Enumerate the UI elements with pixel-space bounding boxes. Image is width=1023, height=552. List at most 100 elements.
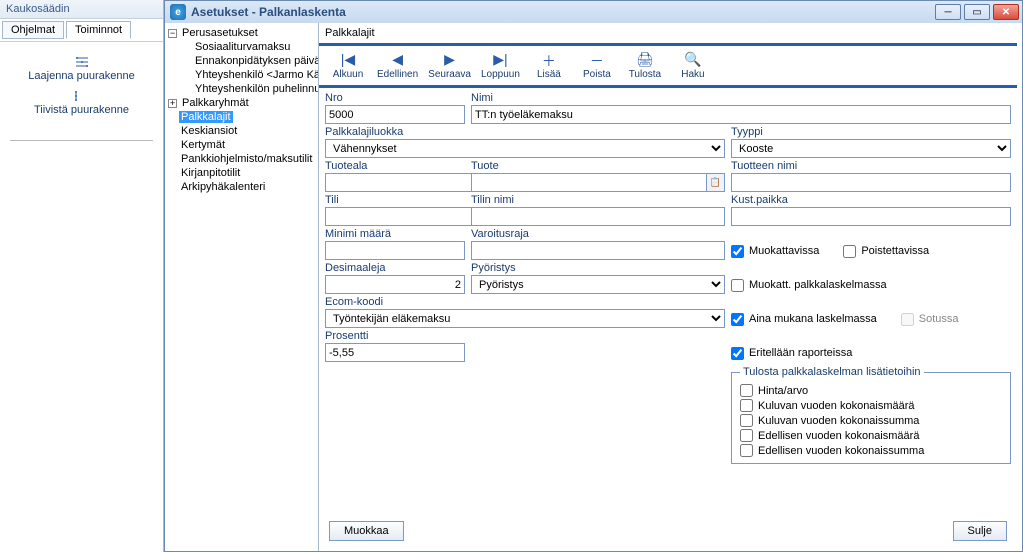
form-panel: Palkkalajit |◀Alkuun ◀Edellinen ▶Seuraav… [319,23,1022,551]
minimi-label: Minimi määrä [325,228,465,240]
tuote-lookup-icon[interactable]: 📋 [707,173,725,192]
sidebar-tabs: Ohjelmat Toiminnot [0,19,163,42]
next-button[interactable]: ▶Seuraava [424,50,475,81]
tree-item[interactable]: Arkipyhäkalenteri [179,181,267,193]
aina-mukana-check[interactable] [731,313,744,326]
kustpaikka-label: Kust.paikka [731,194,1011,206]
first-button[interactable]: |◀Alkuun [325,50,371,81]
muokatt-palkka-check[interactable] [731,279,744,292]
settings-tree[interactable]: −Perusasetukset Sosiaaliturvamaksu Ennak… [165,23,319,551]
add-button[interactable]: ＋Lisää [526,50,572,81]
tili-input[interactable] [325,207,475,226]
last-button[interactable]: ▶|Loppuun [477,50,524,81]
prosentti-input[interactable] [325,343,465,362]
close-button[interactable]: ✕ [993,4,1019,20]
muokkaa-button[interactable]: Muokkaa [329,521,404,541]
print-legend: Tulosta palkkalaskelman lisätietoihin [740,366,924,378]
minus-icon: － [590,51,604,67]
plus-icon: ＋ [542,51,556,67]
prev-button[interactable]: ◀Edellinen [373,50,422,81]
minimi-input[interactable] [325,241,465,260]
tuoteala-input[interactable] [325,173,475,192]
muokatt-palkka-label: Muokatt. palkkalaskelmassa [749,279,887,291]
record-toolbar: |◀Alkuun ◀Edellinen ▶Seuraava ▶|Loppuun … [319,43,1017,88]
sotussa-label: Sotussa [919,313,959,325]
hinta-arvo-check[interactable] [740,384,753,397]
tree-expand-icon[interactable]: − [168,29,177,38]
kustpaikka-input[interactable] [731,207,1011,226]
sidebar-divider [10,140,153,141]
delete-button[interactable]: －Poista [574,50,620,81]
tree-item[interactable]: Ennakonpidätyksen päivära [193,55,319,67]
pyoristys-label: Pyöristys [471,262,725,274]
tree-item[interactable]: Pankkiohjelmisto/maksutilit [179,153,314,165]
nimi-input[interactable] [471,105,1011,124]
muokattavissa-label: Muokattavissa [749,245,819,257]
prev-icon: ◀ [392,51,403,67]
tree-item-palkkalajit[interactable]: Palkkalajit [179,111,233,123]
edellisen-maara-check[interactable] [740,429,753,442]
tuote-input[interactable] [471,173,707,192]
desimaaleja-input[interactable] [325,275,465,294]
nimi-label: Nimi [471,92,1011,104]
prosentti-label: Prosentti [325,330,725,342]
eritellaan-check[interactable] [731,347,744,360]
expand-tree-icon [74,56,90,68]
search-icon: 🔍 [684,51,701,67]
edellisen-summa-check[interactable] [740,444,753,457]
sulje-button[interactable]: Sulje [953,521,1007,541]
tree-expand-icon[interactable]: + [168,99,177,108]
aina-mukana-label: Aina mukana laskelmassa [749,313,877,325]
tuoteala-label: Tuoteala [325,160,465,172]
titlebar: e Asetukset - Palkanlaskenta ─ ▭ ✕ [165,1,1022,23]
tree-node2[interactable]: Palkkaryhmät [180,97,251,109]
search-button[interactable]: 🔍Haku [670,50,716,81]
sotussa-check [901,313,914,326]
collapse-tree-link[interactable]: Tiivistä puurakenne [8,104,155,116]
kuluvan-summa-check[interactable] [740,414,753,427]
form-caption: Palkkalajit [319,23,1017,43]
tuote-label: Tuote [471,160,725,172]
app-icon: e [170,4,186,20]
tab-programs[interactable]: Ohjelmat [2,21,64,39]
window-title: Asetukset - Palkanlaskenta [191,5,935,19]
tree-item[interactable]: Kertymät [179,139,227,151]
tuotenimi-label: Tuotteen nimi [731,160,1011,172]
maximize-button[interactable]: ▭ [964,4,990,20]
tab-actions[interactable]: Toiminnot [66,21,131,39]
tuotenimi-input[interactable] [731,173,1011,192]
tree-root[interactable]: Perusasetukset [180,27,260,39]
print-icon: 🖨 [636,51,654,67]
varoitus-label: Varoitusraja [471,228,725,240]
tree-item[interactable]: Kirjanpitotilit [179,167,242,179]
ecom-select[interactable]: Työntekijän eläkemaksu [325,309,725,328]
print-button[interactable]: 🖨Tulosta [622,50,668,81]
tree-item[interactable]: Yhteyshenkilön puhelinnum [193,83,319,95]
luokka-select[interactable]: Vähennykset [325,139,725,158]
varoitus-input[interactable] [471,241,725,260]
desimaaleja-label: Desimaaleja [325,262,465,274]
tree-item[interactable]: Yhteyshenkilö <Jarmo Kähk [193,69,319,81]
tree-item[interactable]: Keskiansiot [179,125,239,137]
muokattavissa-check[interactable] [731,245,744,258]
first-icon: |◀ [341,51,355,67]
tilinimi-input[interactable] [471,207,725,226]
print-fieldset: Tulosta palkkalaskelman lisätietoihin Hi… [731,366,1011,464]
poistettavissa-check[interactable] [843,245,856,258]
pyoristys-select[interactable]: Pyöristys [471,275,725,294]
collapse-tree-icon [74,90,90,102]
tyyppi-select[interactable]: Kooste [731,139,1011,158]
sidebar-title: Kaukosäädin [0,0,163,19]
tree-item[interactable]: Sosiaaliturvamaksu [193,41,292,53]
next-icon: ▶ [444,51,455,67]
poistettavissa-label: Poistettavissa [861,245,929,257]
tilinimi-label: Tilin nimi [471,194,725,206]
tyyppi-label: Tyyppi [731,126,1011,138]
nro-label: Nro [325,92,465,104]
minimize-button[interactable]: ─ [935,4,961,20]
expand-tree-link[interactable]: Laajenna puurakenne [8,70,155,82]
ecom-label: Ecom-koodi [325,296,725,308]
eritellaan-label: Eritellään raporteissa [749,347,852,359]
nro-input[interactable] [325,105,465,124]
kuluvan-maara-check[interactable] [740,399,753,412]
